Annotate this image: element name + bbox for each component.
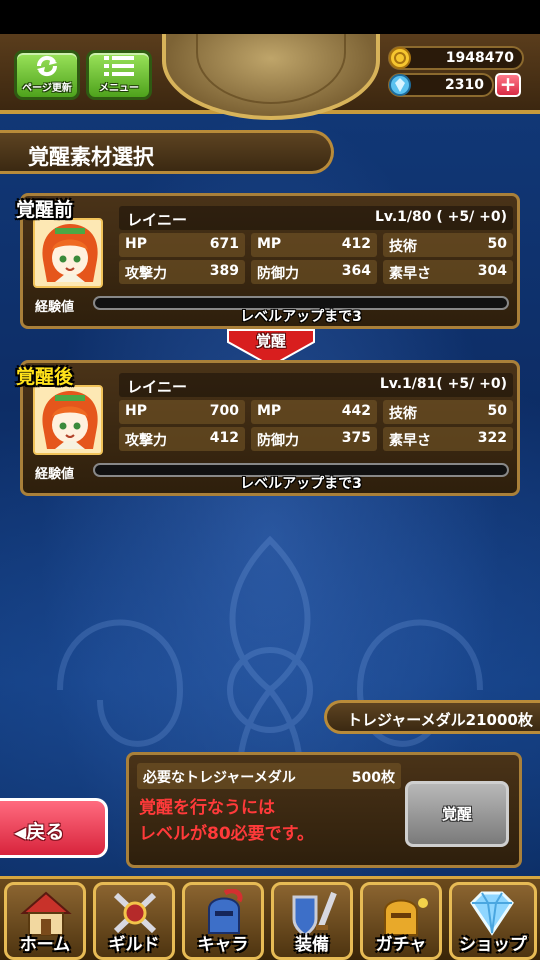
required-medals-value: 500枚 — [351, 770, 395, 786]
exp-label: 経験値 — [35, 467, 75, 482]
awaken-button[interactable]: 覚醒 — [405, 781, 509, 847]
refresh-page-button[interactable]: ページ更新 — [14, 50, 80, 100]
stat-label: 防御力 — [257, 433, 299, 449]
stat-label: 技術 — [389, 239, 417, 255]
back-arrow-icon: ◀ — [14, 823, 27, 842]
stat-value: 50 — [487, 236, 507, 252]
nav-label: 装備 — [295, 935, 329, 955]
stat-mp: MP 412 — [251, 233, 377, 257]
stat-value: 412 — [209, 430, 239, 446]
stat-value: 412 — [341, 236, 371, 252]
character-level: Lv.1/81( +5/ +0) — [379, 376, 507, 392]
nav-gacha[interactable]: ガチャ — [360, 882, 442, 960]
stat-label: HP — [125, 403, 147, 419]
name-row: レイニー Lv.1/80 ( +5/ +0) — [119, 206, 513, 230]
stat-value: 389 — [209, 263, 239, 279]
after-awakening-card: レイニー Lv.1/81( +5/ +0) HP 700 MP 442 技術 5… — [20, 360, 520, 496]
nav-equipment[interactable]: 装備 — [271, 882, 353, 960]
stat-defense: 防御力 364 — [251, 260, 377, 284]
menu-label: メニュー — [99, 83, 139, 94]
required-medals-row: 必要なトレジャーメダル 500枚 — [137, 763, 401, 789]
stat-attack: 攻撃力 412 — [119, 427, 245, 451]
stat-label: HP — [125, 236, 147, 252]
stat-defense: 防御力 375 — [251, 427, 377, 451]
stat-attack: 攻撃力 389 — [119, 260, 245, 284]
title-bar: 覚醒素材選択 — [0, 130, 334, 174]
exp-label: 経験値 — [35, 300, 75, 315]
back-text: 戻る — [26, 821, 65, 843]
character-portrait — [33, 218, 103, 288]
character-name: レイニー — [127, 211, 188, 229]
stat-skill: 技術 50 — [383, 400, 513, 424]
nav-label: ショップ — [459, 935, 527, 955]
after-tag: 覚醒後 — [16, 366, 74, 388]
warning-line-2: レベルが80必要です。 — [139, 824, 314, 844]
stat-value: 442 — [341, 403, 371, 419]
page-title: 覚醒素材選択 — [28, 145, 154, 169]
coin-value: 1948470 — [445, 50, 514, 66]
exp-text: レベルアップまで3 — [240, 476, 362, 492]
stat-value: 50 — [487, 403, 507, 419]
refresh-icon — [32, 53, 62, 79]
coin-counter: 1948470 — [388, 46, 524, 70]
stat-label: MP — [257, 403, 282, 419]
status-bar — [0, 0, 540, 34]
stat-label: MP — [257, 236, 282, 252]
stat-value: 700 — [209, 403, 239, 419]
menu-button[interactable]: メニュー — [86, 50, 152, 100]
stat-skill: 技術 50 — [383, 233, 513, 257]
back-label: ◀戻る — [14, 817, 64, 844]
stat-hp: HP 671 — [119, 233, 245, 257]
before-awakening-card: レイニー Lv.1/80 ( +5/ +0) HP 671 MP 412 技術 … — [20, 193, 520, 329]
back-button[interactable]: ◀戻る — [0, 798, 108, 858]
stat-speed: 素早さ 304 — [383, 260, 513, 284]
stat-label: 技術 — [389, 406, 417, 422]
character-level: Lv.1/80 ( +5/ +0) — [374, 209, 507, 225]
stat-speed: 素早さ 322 — [383, 427, 513, 451]
coin-icon — [389, 47, 411, 69]
nav-guild[interactable]: ギルド — [93, 882, 175, 960]
stat-label: 防御力 — [257, 266, 299, 282]
stat-label: 攻撃力 — [125, 433, 167, 449]
gem-icon — [389, 74, 411, 96]
awaken-confirm-panel: 必要なトレジャーメダル 500枚 覚醒を行なうには レベルが80必要です。 覚醒 — [126, 752, 522, 868]
gem-counter: 2310 — [388, 73, 494, 97]
nav-shop[interactable]: ショップ — [449, 882, 537, 960]
nav-character[interactable]: キャラ — [182, 882, 264, 960]
stat-label: 攻撃力 — [125, 266, 167, 282]
add-gems-button[interactable]: + — [495, 73, 521, 97]
exp-text: レベルアップまで3 — [240, 309, 362, 325]
stat-value: 304 — [477, 263, 507, 279]
stat-value: 375 — [341, 430, 371, 446]
required-medals-label: 必要なトレジャーメダル — [143, 770, 296, 786]
stat-mp: MP 442 — [251, 400, 377, 424]
menu-icon — [102, 53, 136, 79]
nav-label: ホーム — [19, 935, 71, 955]
before-tag: 覚醒前 — [16, 199, 74, 221]
nav-label: ガチャ — [375, 935, 427, 955]
name-row: レイニー Lv.1/81( +5/ +0) — [119, 373, 513, 397]
warning-line-1: 覚醒を行なうには — [139, 798, 275, 818]
stat-label: 素早さ — [389, 433, 431, 449]
stat-label: 素早さ — [389, 266, 431, 282]
stat-value: 364 — [341, 263, 371, 279]
treasure-medal-text: トレジャーメダル21000枚 — [347, 711, 533, 729]
nav-label: ギルド — [108, 935, 160, 955]
refresh-label: ページ更新 — [22, 83, 72, 94]
treasure-medal-count: トレジャーメダル21000枚 — [324, 700, 540, 734]
awaken-warning: 覚醒を行なうには レベルが80必要です。 — [139, 795, 314, 847]
stat-value: 671 — [209, 236, 239, 252]
stat-hp: HP 700 — [119, 400, 245, 424]
character-portrait — [33, 385, 103, 455]
nav-home[interactable]: ホーム — [4, 882, 86, 960]
character-name: レイニー — [127, 378, 188, 396]
nav-label: キャラ — [197, 935, 249, 955]
awaken-arrow-label: 覚醒 — [255, 332, 286, 350]
gem-value: 2310 — [445, 77, 484, 93]
stat-value: 322 — [477, 430, 507, 446]
